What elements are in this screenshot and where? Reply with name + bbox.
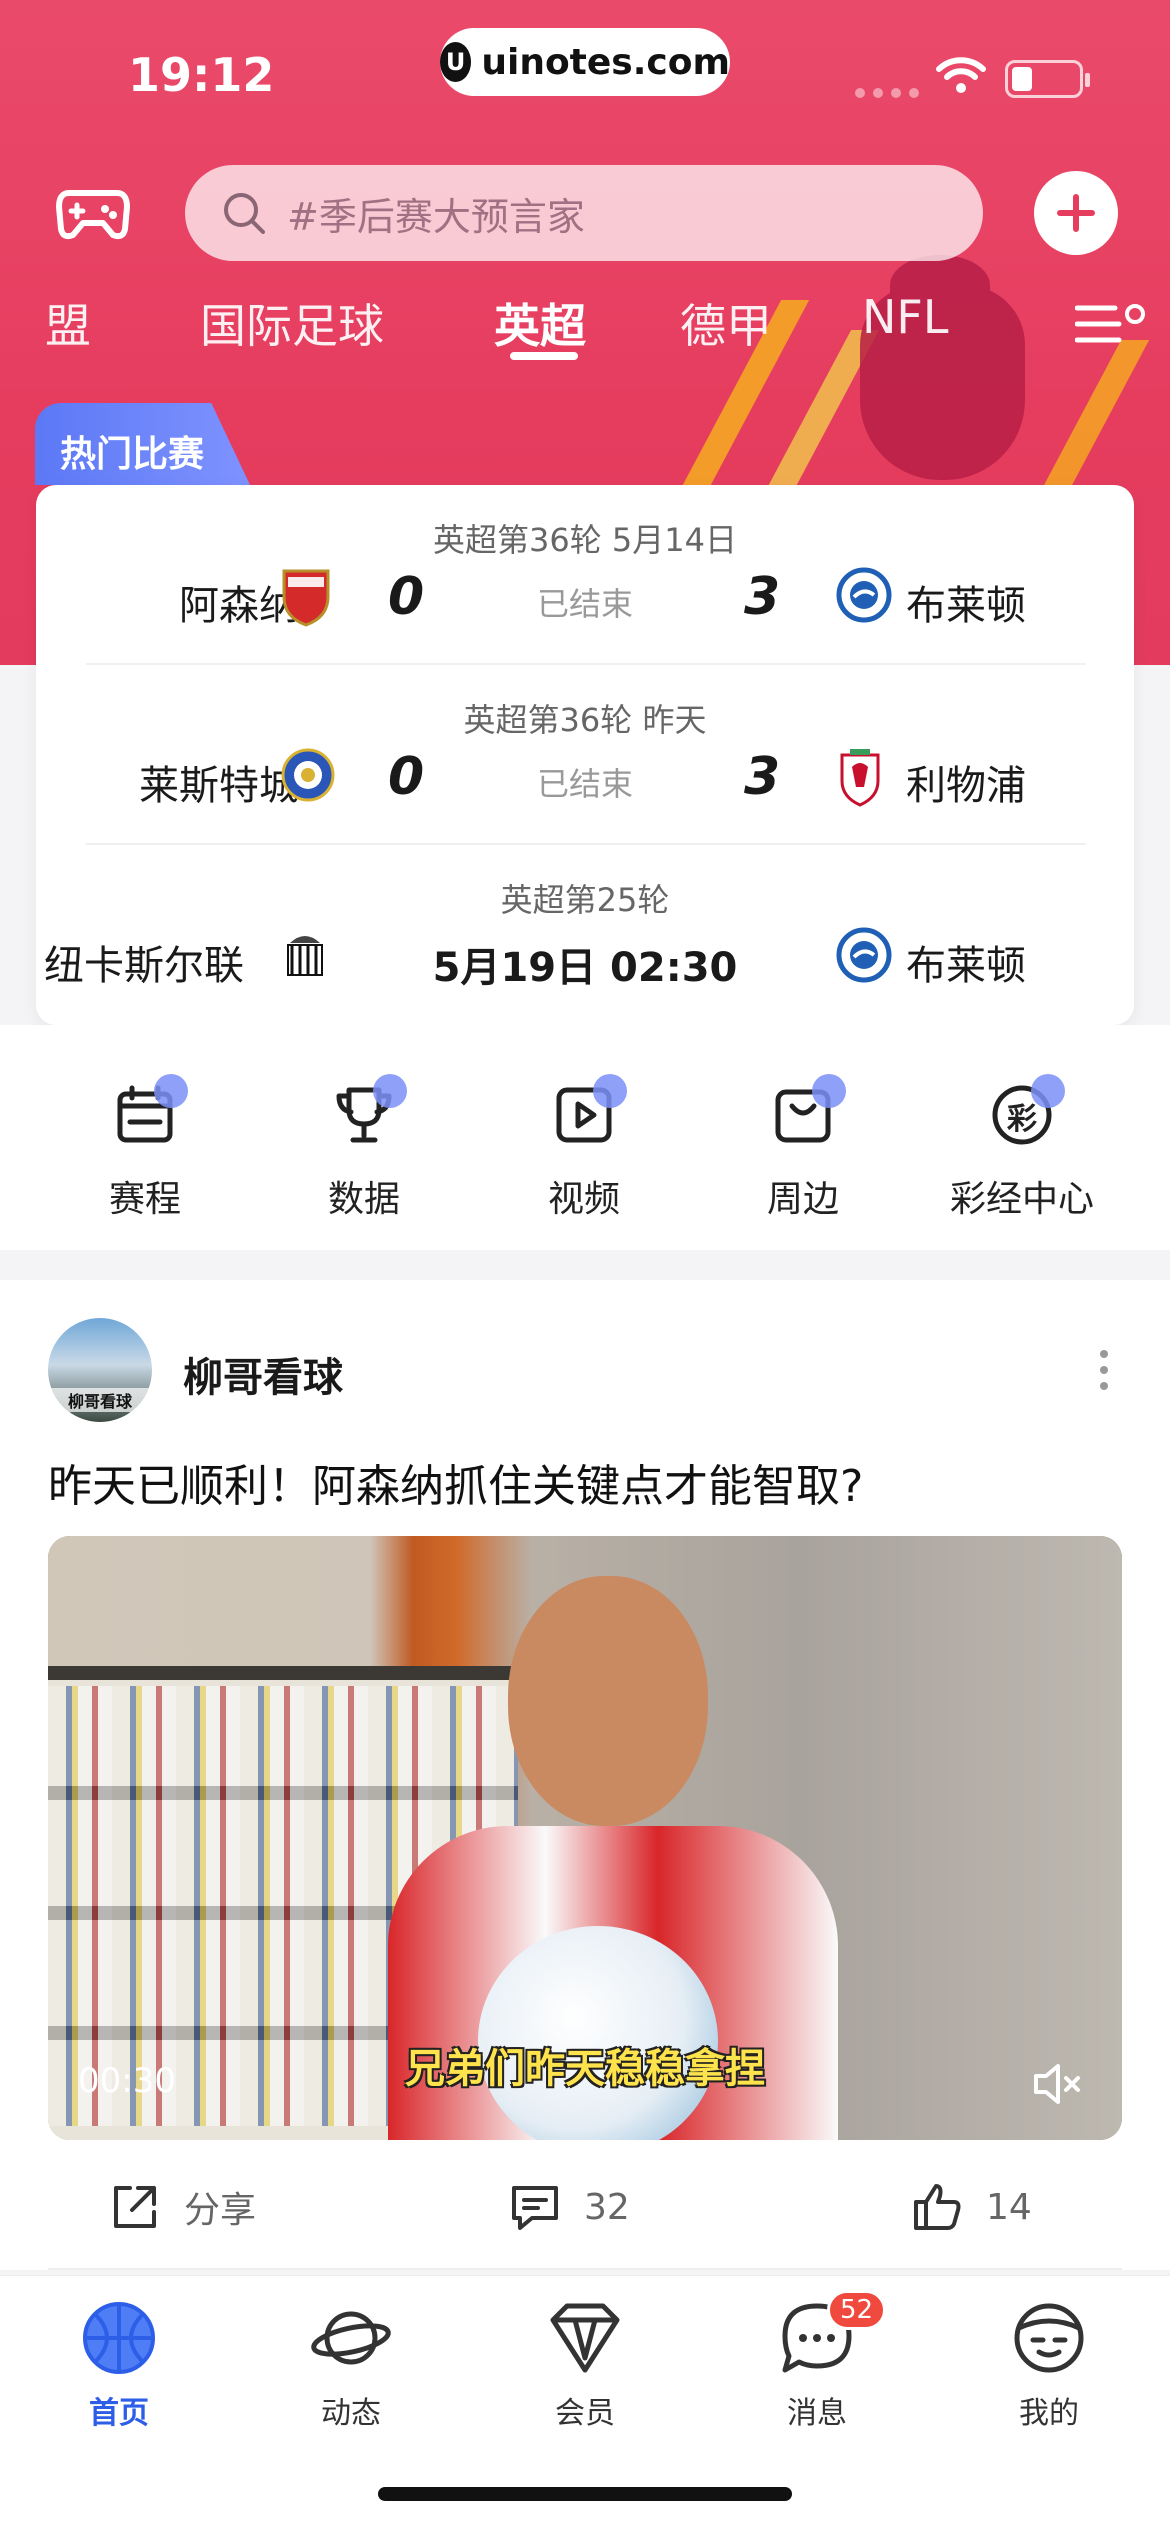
wifi-icon xyxy=(936,57,986,93)
plus-icon xyxy=(1057,194,1095,232)
bag-icon xyxy=(768,1074,846,1150)
status-time: 19:12 xyxy=(128,48,275,102)
tab-feed[interactable]: 动态 xyxy=(251,2298,451,2432)
category-tabs: 盟 国际足球 英超 德甲 NFL xyxy=(0,280,1170,360)
tab-messages-label: 消息 xyxy=(787,2396,847,2431)
author-name[interactable]: 柳哥看球 xyxy=(183,1345,343,1403)
search-icon xyxy=(224,193,265,234)
trophy-icon xyxy=(329,1074,407,1150)
quick-merch-label: 周边 xyxy=(766,1179,839,1220)
lottery-icon: 彩 xyxy=(987,1074,1065,1150)
away-team: 利物浦 xyxy=(906,763,1026,809)
video-duration: 00:30 xyxy=(78,2061,176,2101)
quick-video[interactable]: 视频 xyxy=(484,1074,684,1222)
away-team: 布莱顿 xyxy=(906,943,1026,989)
planet-icon xyxy=(311,2298,391,2378)
site-logo-icon: U xyxy=(440,42,472,82)
post-actions: 分享 32 14 xyxy=(0,2170,1170,2250)
quick-schedule[interactable]: 赛程 xyxy=(45,1074,245,1222)
more-options-icon[interactable] xyxy=(1098,1348,1110,1392)
match-meta: 英超第25轮 xyxy=(500,881,670,919)
away-score: 3 xyxy=(744,747,781,807)
quick-lottery-label: 彩经中心 xyxy=(949,1179,1094,1220)
match-meta: 英超第36轮 5月14日 xyxy=(433,521,737,559)
calendar-icon xyxy=(110,1074,188,1150)
divider xyxy=(48,2268,1122,2270)
chat-icon: 52 xyxy=(777,2290,887,2378)
signal-icon xyxy=(855,88,919,98)
tab-league[interactable]: 盟 xyxy=(45,290,91,356)
tab-membership[interactable]: 会员 xyxy=(485,2298,685,2432)
avatar-tag: 柳哥看球 xyxy=(48,1388,152,1412)
comment-button[interactable]: 32 xyxy=(508,2180,630,2234)
tab-international-football[interactable]: 国际足球 xyxy=(200,290,384,356)
status-bar: 19:12 U uinotes.com xyxy=(0,0,1170,150)
away-score: 3 xyxy=(744,567,781,627)
share-button[interactable]: 分享 xyxy=(108,2180,256,2234)
video-icon xyxy=(549,1074,627,1150)
tab-profile-label: 我的 xyxy=(1019,2396,1079,2431)
battery-icon xyxy=(1005,60,1090,98)
search-bar[interactable]: #季后赛大预言家 xyxy=(185,165,983,261)
messages-badge: 52 xyxy=(827,2290,887,2330)
diamond-icon xyxy=(545,2298,625,2378)
quick-lottery[interactable]: 彩 彩经中心 xyxy=(922,1074,1122,1222)
quick-merch[interactable]: 周边 xyxy=(703,1074,903,1222)
active-tab-indicator xyxy=(510,352,578,360)
match-meta: 英超第36轮 昨天 xyxy=(463,701,707,739)
match-row[interactable]: 英超第36轮 昨天 莱斯特城 0 已结束 3 利物浦 xyxy=(36,665,1134,845)
tab-feed-label: 动态 xyxy=(321,2396,381,2431)
mute-icon[interactable] xyxy=(1028,2056,1084,2112)
quick-entries: 赛程 数据 视频 周边 彩 彩经中心 xyxy=(0,1025,1170,1250)
share-icon xyxy=(114,2186,156,2228)
tab-home[interactable]: 首页 xyxy=(19,2298,219,2432)
like-button[interactable]: 14 xyxy=(910,2180,1032,2234)
comment-count: 32 xyxy=(584,2186,630,2228)
tab-home-label: 首页 xyxy=(89,2396,149,2431)
match-row[interactable]: 英超第36轮 5月14日 阿森纳 0 已结束 3 布莱顿 xyxy=(36,485,1134,665)
search-placeholder: #季后赛大预言家 xyxy=(287,194,585,239)
quick-video-label: 视频 xyxy=(547,1179,620,1220)
feed-post: 柳哥看球 柳哥看球 昨天已顺利！阿森纳抓住关键点才能智取? 兄弟们昨天稳稳拿捏 … xyxy=(0,1280,1170,2270)
author-avatar[interactable]: 柳哥看球 xyxy=(48,1318,152,1422)
match-row[interactable]: 英超第25轮 纽卡斯尔联 5月19日 02:30 布莱顿 xyxy=(36,845,1134,1025)
quick-data-label: 数据 xyxy=(327,1179,400,1220)
tab-profile[interactable]: 我的 xyxy=(949,2298,1149,2432)
tab-bundesliga[interactable]: 德甲 xyxy=(680,290,772,356)
add-button[interactable] xyxy=(1034,171,1118,255)
site-pill: U uinotes.com xyxy=(440,28,730,96)
profile-face-icon xyxy=(1009,2298,1089,2378)
brighton-crest-icon xyxy=(836,567,892,623)
like-count: 14 xyxy=(986,2186,1032,2228)
tab-premier-league[interactable]: 英超 xyxy=(494,290,586,356)
tab-nfl[interactable]: NFL xyxy=(862,290,949,344)
liverpool-crest-icon xyxy=(840,749,880,807)
away-team: 布莱顿 xyxy=(906,583,1026,629)
site-name: uinotes.com xyxy=(481,41,730,83)
post-title[interactable]: 昨天已顺利！阿森纳抓住关键点才能智取? xyxy=(48,1450,863,1514)
quick-schedule-label: 赛程 xyxy=(108,1179,181,1220)
video-player[interactable]: 兄弟们昨天稳稳拿捏 00:30 xyxy=(48,1536,1122,2140)
video-caption: 兄弟们昨天稳稳拿捏 xyxy=(405,2046,765,2092)
home-indicator[interactable] xyxy=(378,2487,792,2501)
quick-data[interactable]: 数据 xyxy=(264,1074,464,1222)
gamepad-icon[interactable] xyxy=(55,177,131,247)
basketball-icon xyxy=(79,2298,159,2378)
thumbs-up-icon xyxy=(914,2184,961,2230)
hot-matches-card: 英超第36轮 5月14日 阿森纳 0 已结束 3 布莱顿 英超第36轮 昨天 莱… xyxy=(36,485,1134,1025)
top-bar: #季后赛大预言家 xyxy=(0,165,1170,265)
share-label: 分享 xyxy=(184,2190,257,2231)
comment-icon xyxy=(512,2186,558,2230)
tab-messages[interactable]: 52 消息 xyxy=(717,2290,917,2432)
menu-icon[interactable] xyxy=(1075,300,1145,350)
brighton-crest-icon xyxy=(836,927,892,983)
tab-membership-label: 会员 xyxy=(555,2396,615,2431)
